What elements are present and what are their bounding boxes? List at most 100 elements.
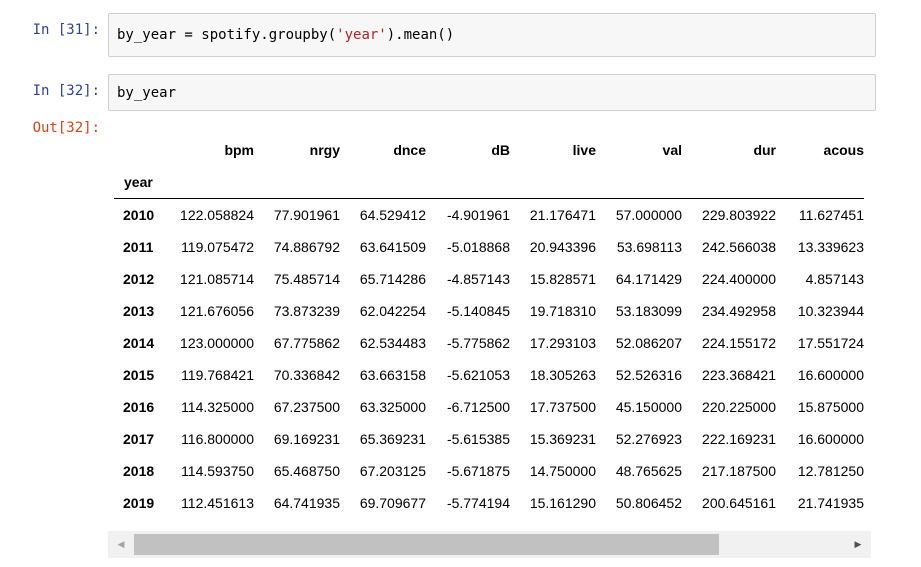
- table-cell: 220.225000: [702, 399, 776, 415]
- code-line: by_year: [117, 84, 177, 101]
- table-cell: 15.369231: [529, 431, 596, 447]
- code-segment: by_year = spotify.groupby(: [117, 27, 337, 43]
- row-index: 2010: [114, 198, 166, 231]
- table-cell: 45.150000: [615, 399, 682, 415]
- scrollbar-thumb[interactable]: [134, 534, 719, 555]
- row-index: 2013: [123, 303, 155, 319]
- table-cell: 74.886792: [273, 239, 340, 255]
- code-segment: ).mean(): [386, 27, 455, 43]
- table-cell: 17.551724: [797, 335, 864, 351]
- table-row: 2011 119.075472 74.886792 63.641509 -5.01886…: [114, 231, 864, 263]
- table-cell: -5.671875: [446, 463, 510, 479]
- column-header: live: [572, 142, 596, 158]
- row-index: 2016: [123, 399, 155, 415]
- table-cell: 112.451613: [181, 495, 254, 511]
- table-cell: 57.000000: [596, 198, 682, 231]
- table-row: 2019 112.451613 64.741935 69.709677 -5.77419…: [114, 487, 864, 519]
- row-index: 2017: [123, 431, 155, 447]
- table-cell: 121.085714: [180, 271, 254, 287]
- table-cell: -4.857143: [446, 271, 510, 287]
- table-cell: 64.741935: [273, 495, 340, 511]
- table-cell: 224.400000: [702, 271, 776, 287]
- column-header: dB: [491, 142, 510, 158]
- column-header: dur: [753, 142, 776, 158]
- table-cell: 67.237500: [273, 399, 340, 415]
- input-prompt-32: In [32]:: [32, 83, 100, 99]
- table-cell: -5.140845: [446, 303, 510, 319]
- table-cell: 122.058824: [166, 198, 254, 231]
- code-string-literal: 'year': [336, 27, 387, 43]
- row-index: 2014: [123, 335, 155, 351]
- table-cell: 52.086207: [615, 335, 682, 351]
- row-index: 2015: [123, 367, 155, 383]
- table-cell: 18.305263: [529, 367, 596, 383]
- table-cell: 73.873239: [273, 303, 340, 319]
- column-header-row: bpm nrgy dnce dB live val dur acous: [114, 134, 864, 166]
- code-cell-32[interactable]: by_year: [108, 74, 876, 111]
- table-cell: 13.339623: [797, 239, 864, 255]
- table-cell: 21.741935: [797, 495, 864, 511]
- table-cell: 52.276923: [615, 431, 682, 447]
- table-cell: 14.750000: [529, 463, 596, 479]
- table-cell: 21.176471: [510, 198, 596, 231]
- table-cell: 50.806452: [615, 495, 682, 511]
- table-cell: 53.183099: [615, 303, 682, 319]
- table-cell: 119.768421: [181, 367, 254, 383]
- code-cell-31[interactable]: by_year = spotify.groupby('year').mean(): [108, 13, 876, 57]
- column-header: acous: [823, 142, 864, 158]
- table-cell: 19.718310: [529, 303, 596, 319]
- table-cell: 223.368421: [702, 367, 776, 383]
- scroll-left-arrow-icon[interactable]: ◀: [108, 531, 134, 558]
- table-cell: -5.774194: [446, 495, 510, 511]
- table-cell: 15.161290: [529, 495, 596, 511]
- table-cell: 200.645161: [702, 495, 776, 511]
- index-name-row: year: [114, 166, 864, 199]
- horizontal-scrollbar[interactable]: ◀ ▶: [108, 531, 871, 558]
- row-index: 2019: [123, 495, 155, 511]
- table-cell: 63.663158: [359, 367, 426, 383]
- table-cell: 16.600000: [797, 431, 864, 447]
- table-cell: 53.698113: [616, 239, 682, 255]
- table-row: 2014 123.000000 67.775862 62.534483 -5.77586…: [114, 327, 864, 359]
- table-cell: 67.203125: [359, 463, 426, 479]
- table-cell: -5.018868: [446, 239, 510, 255]
- table-cell: 116.800000: [181, 431, 254, 447]
- table-cell: 114.325000: [181, 399, 254, 415]
- table-cell: 224.155172: [702, 335, 776, 351]
- table-cell: 77.901961: [254, 198, 340, 231]
- table-cell: 48.765625: [615, 463, 682, 479]
- output-area: bpm nrgy dnce dB live val dur acous year…: [108, 122, 878, 567]
- table-cell: 52.526316: [615, 367, 682, 383]
- table-cell: 63.325000: [359, 399, 426, 415]
- table-cell: 10.323944: [797, 303, 864, 319]
- table-cell: 123.000000: [180, 335, 254, 351]
- table-cell: 64.529412: [340, 198, 426, 231]
- table-cell: 70.336842: [273, 367, 340, 383]
- table-cell: 17.737500: [529, 399, 596, 415]
- column-header: val: [662, 142, 682, 158]
- table-row: 2017 116.800000 69.169231 65.369231 -5.61538…: [114, 423, 864, 455]
- scroll-right-arrow-icon[interactable]: ▶: [845, 531, 871, 558]
- table-cell: 63.641509: [359, 239, 426, 255]
- table-cell: 11.627451: [776, 198, 864, 231]
- table-cell: 242.566038: [702, 239, 776, 255]
- table-cell: -4.901961: [426, 198, 510, 231]
- table-cell: 65.369231: [359, 431, 426, 447]
- table-cell: 65.714286: [359, 271, 426, 287]
- table-cell: 69.709677: [359, 495, 426, 511]
- table-cell: -5.615385: [446, 431, 510, 447]
- table-cell: 217.187500: [702, 463, 776, 479]
- table-cell: 62.534483: [359, 335, 426, 351]
- column-header: bpm: [224, 142, 254, 158]
- table-cell: 4.857143: [805, 271, 864, 287]
- table-cell: 15.828571: [529, 271, 596, 287]
- table-cell: 15.875000: [797, 399, 864, 415]
- table-cell: 75.485714: [273, 271, 340, 287]
- table-row: 2010 122.058824 77.901961 64.529412 -4.90196…: [114, 198, 864, 231]
- table-cell: 17.293103: [529, 335, 596, 351]
- table-row: 2016 114.325000 67.237500 63.325000 -6.71250…: [114, 391, 864, 423]
- table-cell: 234.492958: [702, 303, 776, 319]
- table-row: 2012 121.085714 75.485714 65.714286 -4.85714…: [114, 263, 864, 295]
- output-prompt-32: Out[32]:: [32, 120, 100, 136]
- table-cell: 119.075472: [181, 239, 254, 255]
